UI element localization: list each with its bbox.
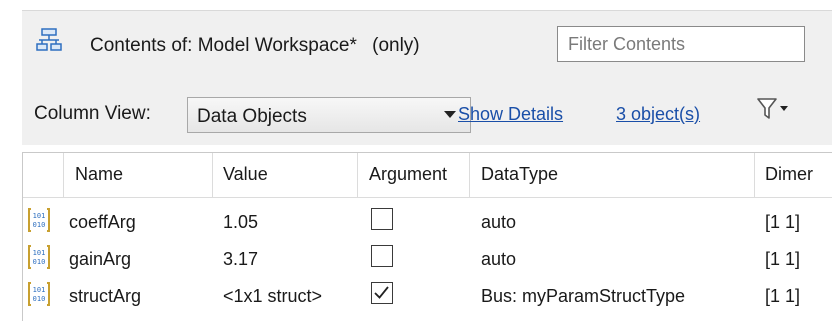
model-explorer-contents-pane: Contents of: Model Workspace* (only) Col…: [22, 10, 832, 321]
column-header-argument[interactable]: Argument: [369, 164, 447, 185]
model-workspace-icon: [36, 28, 62, 51]
svg-text:010: 010: [33, 258, 46, 266]
column-view-select[interactable]: Data Objects: [187, 97, 471, 133]
cell-datatype[interactable]: auto: [481, 249, 516, 270]
column-header-dimensions[interactable]: Dimer: [765, 164, 813, 185]
header-divider: [23, 197, 832, 198]
column-separator: [212, 153, 213, 197]
column-separator: [469, 153, 470, 197]
cell-datatype[interactable]: auto: [481, 212, 516, 233]
contents-table: Name Value Argument DataType Dimer 101 0…: [22, 152, 832, 321]
table-row[interactable]: 101 010 gainArg 3.17 auto [1 1]: [23, 241, 832, 278]
workspace-name: Model Workspace*: [197, 35, 357, 56]
column-separator: [754, 153, 755, 197]
svg-text:010: 010: [33, 221, 46, 229]
svg-text:010: 010: [33, 295, 46, 303]
parameter-variable-icon: 101 010: [28, 282, 50, 306]
contents-prefix: Contents of:: [90, 35, 193, 56]
contents-header: Contents of: Model Workspace* (only): [22, 10, 832, 82]
cell-name: structArg: [69, 286, 142, 306]
object-count-link[interactable]: 3 object(s): [616, 104, 700, 125]
svg-text:101: 101: [33, 212, 46, 220]
column-separator: [63, 153, 64, 197]
svg-text:101: 101: [33, 249, 46, 257]
contents-of-label: Contents of: Model Workspace* (only): [90, 35, 420, 57]
filter-funnel-icon[interactable]: [756, 97, 790, 121]
column-header-datatype[interactable]: DataType: [481, 164, 558, 185]
argument-checkbox[interactable]: [371, 282, 393, 304]
cell-datatype[interactable]: Bus: myParamStructType: [481, 286, 685, 307]
svg-text:101: 101: [33, 286, 46, 294]
cell-name: coeffArg: [69, 212, 136, 232]
argument-checkbox[interactable]: [371, 245, 393, 267]
cell-value[interactable]: <1x1 struct>: [223, 286, 322, 307]
show-details-link[interactable]: Show Details: [458, 104, 563, 125]
dropdown-arrow-icon: [444, 111, 456, 118]
parameter-variable-icon: 101 010: [28, 245, 50, 269]
filter-contents-input[interactable]: [557, 26, 805, 62]
cell-dimensions[interactable]: [1 1]: [765, 249, 800, 270]
column-view-label: Column View:: [34, 103, 151, 124]
cell-dimensions[interactable]: [1 1]: [765, 286, 800, 307]
scope-label: (only): [372, 35, 420, 56]
parameter-variable-icon: 101 010: [28, 208, 50, 232]
column-separator: [357, 153, 358, 197]
column-header-value[interactable]: Value: [223, 164, 268, 185]
checkmark-icon: [374, 286, 389, 299]
table-row[interactable]: 101 010 structArg <1x1 struct> Bus: myPa…: [23, 278, 832, 315]
cell-value[interactable]: 1.05: [223, 212, 258, 233]
table-row[interactable]: 101 010 coeffArg 1.05 auto [1 1]: [23, 204, 832, 241]
column-view-toolbar: Column View: Data Objects Show Details 3…: [22, 81, 832, 145]
cell-name: gainArg: [69, 249, 132, 269]
cell-value[interactable]: 3.17: [223, 249, 258, 270]
column-header-name[interactable]: Name: [75, 164, 123, 185]
argument-checkbox[interactable]: [371, 208, 393, 230]
cell-dimensions[interactable]: [1 1]: [765, 212, 800, 233]
column-view-value: Data Objects: [197, 106, 307, 127]
